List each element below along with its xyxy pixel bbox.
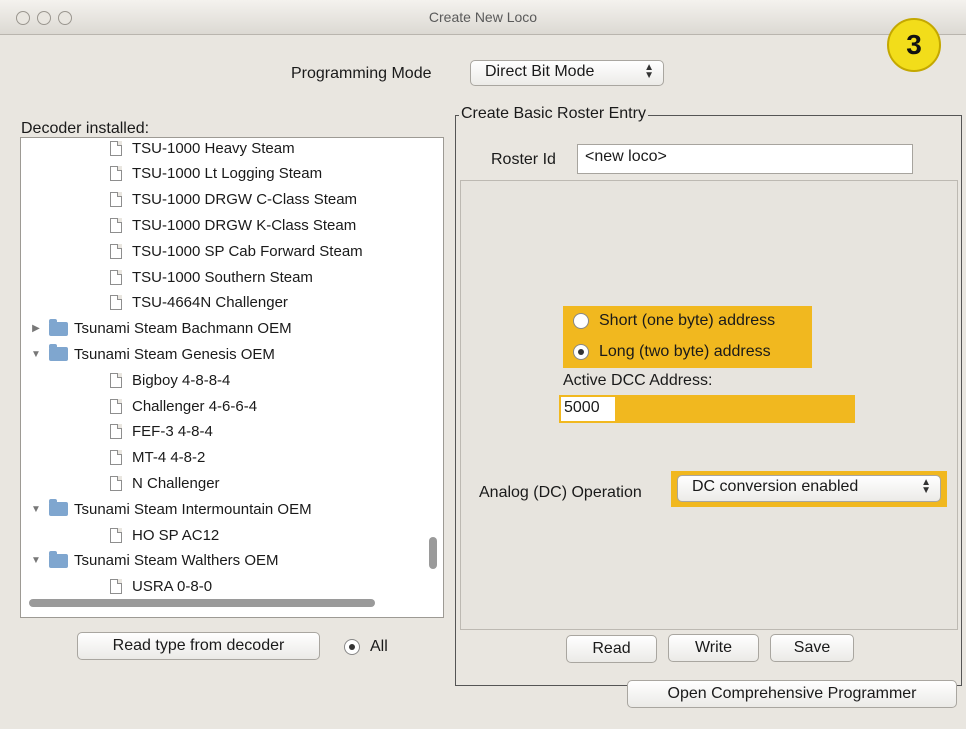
tree-item-label: TSU-4664N Challenger (132, 294, 288, 312)
save-button[interactable]: Save (770, 634, 854, 662)
tree-folder[interactable]: ▶ Tsunami Steam Bachmann OEM (29, 317, 292, 341)
analog-operation-label: Analog (DC) Operation (479, 484, 642, 501)
document-icon (110, 372, 122, 388)
document-icon (110, 269, 122, 285)
document-icon (110, 295, 122, 311)
open-comprehensive-programmer-button[interactable]: Open Comprehensive Programmer (627, 680, 957, 708)
tree-leaf[interactable]: N Challenger (110, 471, 220, 495)
window-title: Create New Loco (428, 9, 538, 25)
disclosure-expanded-icon[interactable]: ▼ (29, 555, 43, 566)
tree-item-label: Challenger 4-6-6-4 (132, 397, 258, 415)
short-address-label: Short (one byte) address (599, 312, 776, 329)
tree-folder[interactable]: ▼ Tsunami Steam Intermountain OEM (29, 497, 312, 521)
vertical-scrollbar[interactable] (429, 537, 437, 569)
document-icon (110, 192, 122, 208)
tree-leaf[interactable]: TSU-4664N Challenger (110, 291, 288, 315)
tree-leaf[interactable]: FEF-3 4-8-4 (110, 420, 213, 444)
document-icon (110, 398, 122, 414)
tree-item-label: N Challenger (132, 474, 220, 492)
popup-arrows-icon: ▲ ▼ (644, 62, 654, 81)
tree-item-label: TSU-1000 Southern Steam (132, 268, 313, 286)
document-icon (110, 527, 122, 543)
step-badge: 3 (887, 18, 941, 72)
tree-item-label: HO SP AC12 (132, 526, 220, 544)
long-address-label: Long (two byte) address (599, 343, 771, 360)
tree-leaf[interactable]: TSU-1000 DRGW C-Class Steam (110, 188, 357, 212)
tree-leaf[interactable]: TSU-1000 Heavy Steam (110, 138, 295, 160)
disclosure-collapsed-icon[interactable]: ▶ (29, 323, 43, 334)
programming-mode-label: Programming Mode (291, 65, 432, 82)
horizontal-scrollbar[interactable] (29, 599, 375, 607)
document-icon (110, 450, 122, 466)
write-button[interactable]: Write (668, 634, 759, 662)
analog-operation-select[interactable]: DC conversion enabled ▲ ▼ (677, 475, 941, 502)
tree-leaf[interactable]: TSU-1000 Lt Logging Steam (110, 162, 322, 186)
tree-leaf[interactable]: TSU-1000 Southern Steam (110, 265, 313, 289)
document-icon (110, 166, 122, 182)
tree-item-label: TSU-1000 Lt Logging Steam (132, 165, 323, 183)
tree-leaf[interactable]: HO SP AC12 (110, 523, 219, 547)
document-icon (110, 217, 122, 233)
tree-item-label: Tsunami Steam Walthers OEM (74, 552, 279, 570)
tree-folder[interactable]: ▼ Tsunami Steam Genesis OEM (29, 342, 275, 366)
long-address-option[interactable]: Long (two byte) address (573, 343, 771, 361)
title-bar: Create New Loco (0, 0, 966, 35)
folder-icon (49, 499, 68, 517)
read-button[interactable]: Read (566, 635, 657, 663)
tree-item-label: Tsunami Steam Genesis OEM (74, 345, 275, 363)
roster-entry-title: Create Basic Roster Entry (459, 105, 648, 123)
tree-item-label: TSU-1000 DRGW C-Class Steam (132, 191, 358, 209)
all-radio[interactable] (344, 639, 360, 655)
short-address-radio[interactable] (573, 313, 589, 329)
document-icon (110, 579, 122, 595)
disclosure-expanded-icon[interactable]: ▼ (29, 504, 43, 515)
document-icon (110, 243, 122, 259)
roster-id-input[interactable]: <new loco> (577, 144, 913, 174)
all-radio-option[interactable]: All (344, 638, 388, 656)
tree-item-label: FEF-3 4-8-4 (132, 423, 213, 441)
active-dcc-label: Active DCC Address: (563, 372, 713, 389)
tree-item-label: TSU-1000 SP Cab Forward Steam (132, 242, 363, 260)
tree-item-label: USRA 0-8-0 (132, 578, 213, 596)
short-address-option[interactable]: Short (one byte) address (573, 312, 775, 330)
tree-item-label: Tsunami Steam Intermountain OEM (74, 500, 312, 518)
document-icon (110, 424, 122, 440)
tree-leaf[interactable]: Challenger 4-6-6-4 (110, 394, 257, 418)
read-type-from-decoder-button[interactable]: Read type from decoder (77, 632, 320, 660)
all-radio-label: All (370, 638, 388, 655)
folder-icon (49, 344, 68, 362)
roster-id-label: Roster Id (491, 151, 556, 168)
tree-item-label: MT-4 4-8-2 (132, 449, 206, 467)
decoder-tree[interactable]: TSU-1000 Heavy Steam TSU-1000 Lt Logging … (20, 137, 444, 618)
tree-folder[interactable]: ▼ Tsunami Steam Walthers OEM (29, 549, 279, 573)
tree-leaf[interactable]: MT-4 4-8-2 (110, 446, 205, 470)
decoder-installed-label: Decoder installed: (21, 120, 150, 137)
document-icon (110, 475, 122, 491)
document-icon (110, 140, 122, 156)
tree-leaf[interactable]: USRA 0-8-0 (110, 575, 212, 599)
tree-item-label: TSU-1000 DRGW K-Class Steam (132, 216, 357, 234)
analog-operation-value: DC conversion enabled (692, 478, 859, 495)
tree-item-label: Bigboy 4-8-8-4 (132, 371, 231, 389)
programming-mode-value: Direct Bit Mode (485, 63, 595, 80)
active-dcc-address-input[interactable]: 5000 (561, 397, 615, 421)
folder-icon (49, 318, 68, 336)
tree-leaf[interactable]: TSU-1000 DRGW K-Class Steam (110, 213, 356, 237)
disclosure-expanded-icon[interactable]: ▼ (29, 349, 43, 360)
long-address-radio[interactable] (573, 344, 589, 360)
tree-item-label: Tsunami Steam Bachmann OEM (74, 320, 292, 338)
tree-leaf[interactable]: Bigboy 4-8-8-4 (110, 368, 230, 392)
popup-arrows-icon: ▲ ▼ (921, 477, 931, 496)
tree-leaf[interactable]: TSU-1000 SP Cab Forward Steam (110, 239, 363, 263)
folder-icon (49, 550, 68, 568)
tree-item-label: TSU-1000 Heavy Steam (132, 139, 295, 157)
programming-mode-select[interactable]: Direct Bit Mode ▲ ▼ (470, 60, 664, 86)
